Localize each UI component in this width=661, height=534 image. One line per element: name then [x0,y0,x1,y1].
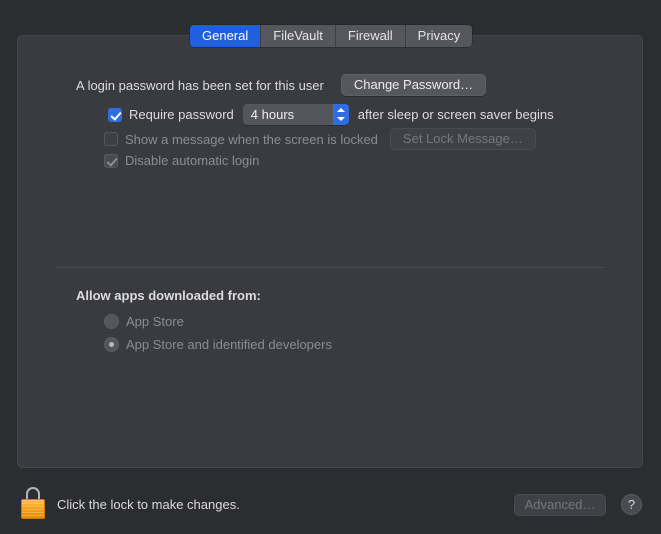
tab-general[interactable]: General [190,25,262,47]
general-pane: A login password has been set for this u… [17,35,643,468]
show-lock-message-label: Show a message when the screen is locked [125,131,378,147]
disable-auto-login-label: Disable automatic login [125,153,260,168]
tab-privacy[interactable]: Privacy [405,25,473,47]
allow-apps-option-app-store: App Store [104,314,184,329]
tab-firewall[interactable]: Firewall [335,25,406,47]
tab-filevault[interactable]: FileVault [261,25,336,47]
app-store-label: App Store [126,314,184,329]
set-lock-message-button: Set Lock Message… [389,128,536,150]
require-password-label: Require password [129,107,234,122]
app-store-identified-developers-label: App Store and identified developers [126,337,332,352]
require-password-row: Require password 4 hours after sleep or … [108,104,554,125]
change-password-button[interactable]: Change Password… [340,74,487,96]
lock-body [21,499,45,519]
require-password-checkbox[interactable] [108,107,122,122]
section-divider [56,267,605,268]
login-password-status-label: A login password has been set for this u… [76,77,324,93]
allow-apps-option-identified-developers: App Store and identified developers [104,337,332,352]
app-store-radio [104,314,119,329]
lock-icon[interactable] [20,487,46,519]
show-lock-message-row: Show a message when the screen is locked… [104,128,536,150]
disable-auto-login-checkbox [104,153,118,168]
allow-apps-title: Allow apps downloaded from: [76,288,261,303]
show-lock-message-checkbox [104,132,118,146]
require-password-suffix-label: after sleep or screen saver begins [357,107,554,122]
login-password-row: A login password has been set for this u… [76,74,487,96]
advanced-button: Advanced… [514,494,606,516]
disable-auto-login-row: Disable automatic login [104,153,259,168]
require-password-interval-popup[interactable]: 4 hours [242,104,349,125]
chevron-updown-icon [332,104,349,125]
tab-bar: General FileVault Firewall Privacy [190,25,473,47]
lock-message-label: Click the lock to make changes. [57,497,240,512]
help-button[interactable]: ? [621,494,642,515]
require-password-interval-value: 4 hours [242,104,333,125]
app-store-identified-developers-radio [104,337,119,352]
